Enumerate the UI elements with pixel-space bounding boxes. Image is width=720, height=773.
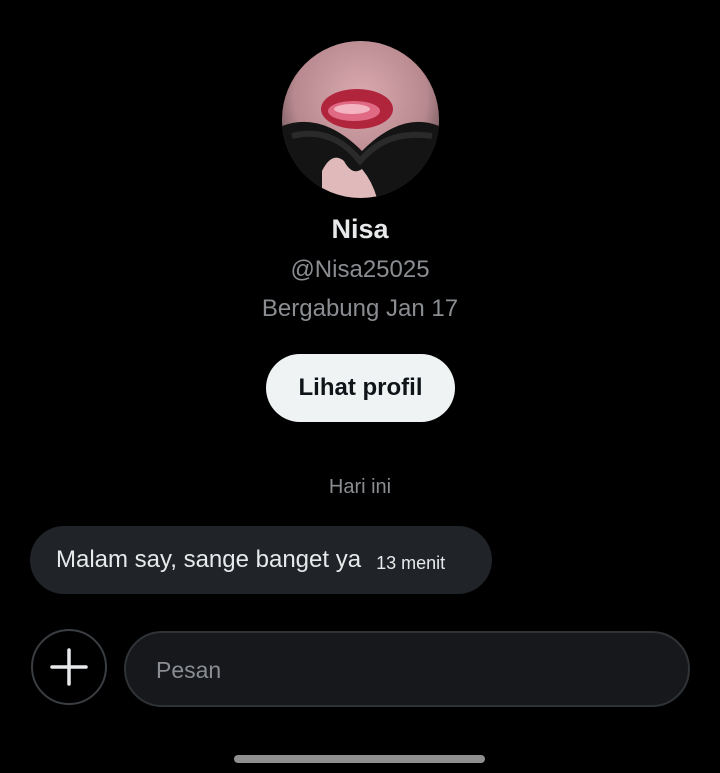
profile-name: Nisa xyxy=(331,214,389,244)
day-separator: Hari ini xyxy=(328,476,392,498)
message-bubble[interactable]: Malam say, sange banget ya 13 menit xyxy=(30,526,492,594)
joined-date: Bergabung Jan 17 xyxy=(261,295,459,322)
avatar-photo xyxy=(282,41,439,198)
plus-icon xyxy=(50,648,88,686)
add-attachment-button[interactable] xyxy=(31,629,107,705)
message-input-container[interactable] xyxy=(124,631,690,707)
avatar[interactable] xyxy=(282,41,439,198)
message-timestamp: 13 menit xyxy=(376,552,446,573)
home-indicator[interactable] xyxy=(234,755,485,763)
message-input[interactable] xyxy=(154,633,658,707)
profile-handle: @Nisa25025 xyxy=(290,256,430,283)
view-profile-button[interactable]: Lihat profil xyxy=(266,354,455,422)
message-text: Malam say, sange banget ya xyxy=(56,546,362,573)
